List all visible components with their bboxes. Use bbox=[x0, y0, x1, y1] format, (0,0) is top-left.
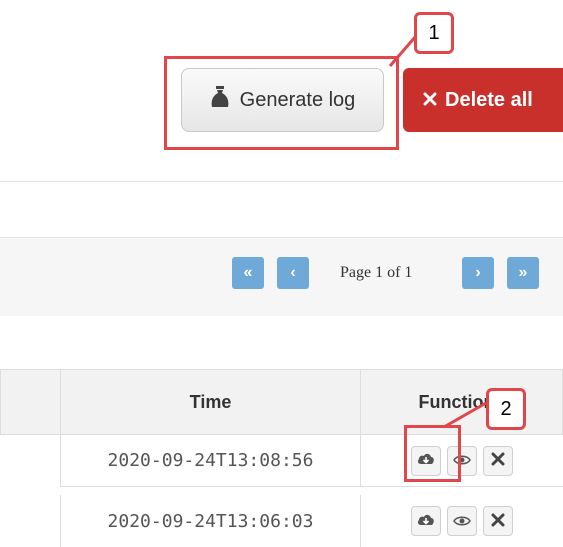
times-icon bbox=[491, 511, 505, 532]
remove-button[interactable] bbox=[483, 445, 513, 476]
eye-icon bbox=[453, 511, 471, 532]
delete-all-label: Delete all bbox=[445, 88, 533, 111]
first-page-icon: « bbox=[243, 264, 253, 281]
last-page-icon: » bbox=[518, 264, 528, 281]
prev-page-icon: ‹ bbox=[290, 264, 296, 281]
next-page-button[interactable]: › bbox=[462, 257, 494, 289]
callout-badge-1: 1 bbox=[414, 12, 454, 54]
table-row: 2020-09-24T13:06:03 bbox=[0, 495, 563, 547]
cloud-download-icon bbox=[417, 511, 435, 532]
page-indicator: Page 1 of 1 bbox=[340, 264, 413, 281]
times-icon bbox=[491, 450, 505, 471]
functions-cell bbox=[360, 495, 563, 547]
times-icon bbox=[423, 89, 437, 112]
time-cell: 2020-09-24T13:06:03 bbox=[60, 495, 360, 547]
table-header-blank bbox=[0, 369, 61, 435]
delete-all-button[interactable]: Delete all bbox=[403, 68, 563, 132]
callout-number-1: 1 bbox=[428, 21, 440, 44]
last-page-button[interactable]: » bbox=[507, 257, 539, 289]
divider bbox=[0, 181, 563, 182]
table-header-time: Time bbox=[60, 369, 361, 435]
next-page-icon: › bbox=[475, 264, 481, 281]
prev-page-button[interactable]: ‹ bbox=[277, 257, 309, 289]
table-row: 2020-09-24T13:08:56 bbox=[0, 435, 563, 487]
callout-number-2: 2 bbox=[500, 397, 512, 420]
callout-badge-2: 2 bbox=[486, 388, 526, 430]
view-button[interactable] bbox=[447, 506, 477, 536]
remove-button[interactable] bbox=[483, 506, 513, 536]
functions-cell bbox=[360, 435, 563, 487]
highlight-box-generate bbox=[164, 56, 399, 150]
first-page-button[interactable]: « bbox=[232, 257, 264, 289]
time-cell: 2020-09-24T13:08:56 bbox=[60, 435, 360, 487]
download-button[interactable] bbox=[411, 506, 441, 536]
